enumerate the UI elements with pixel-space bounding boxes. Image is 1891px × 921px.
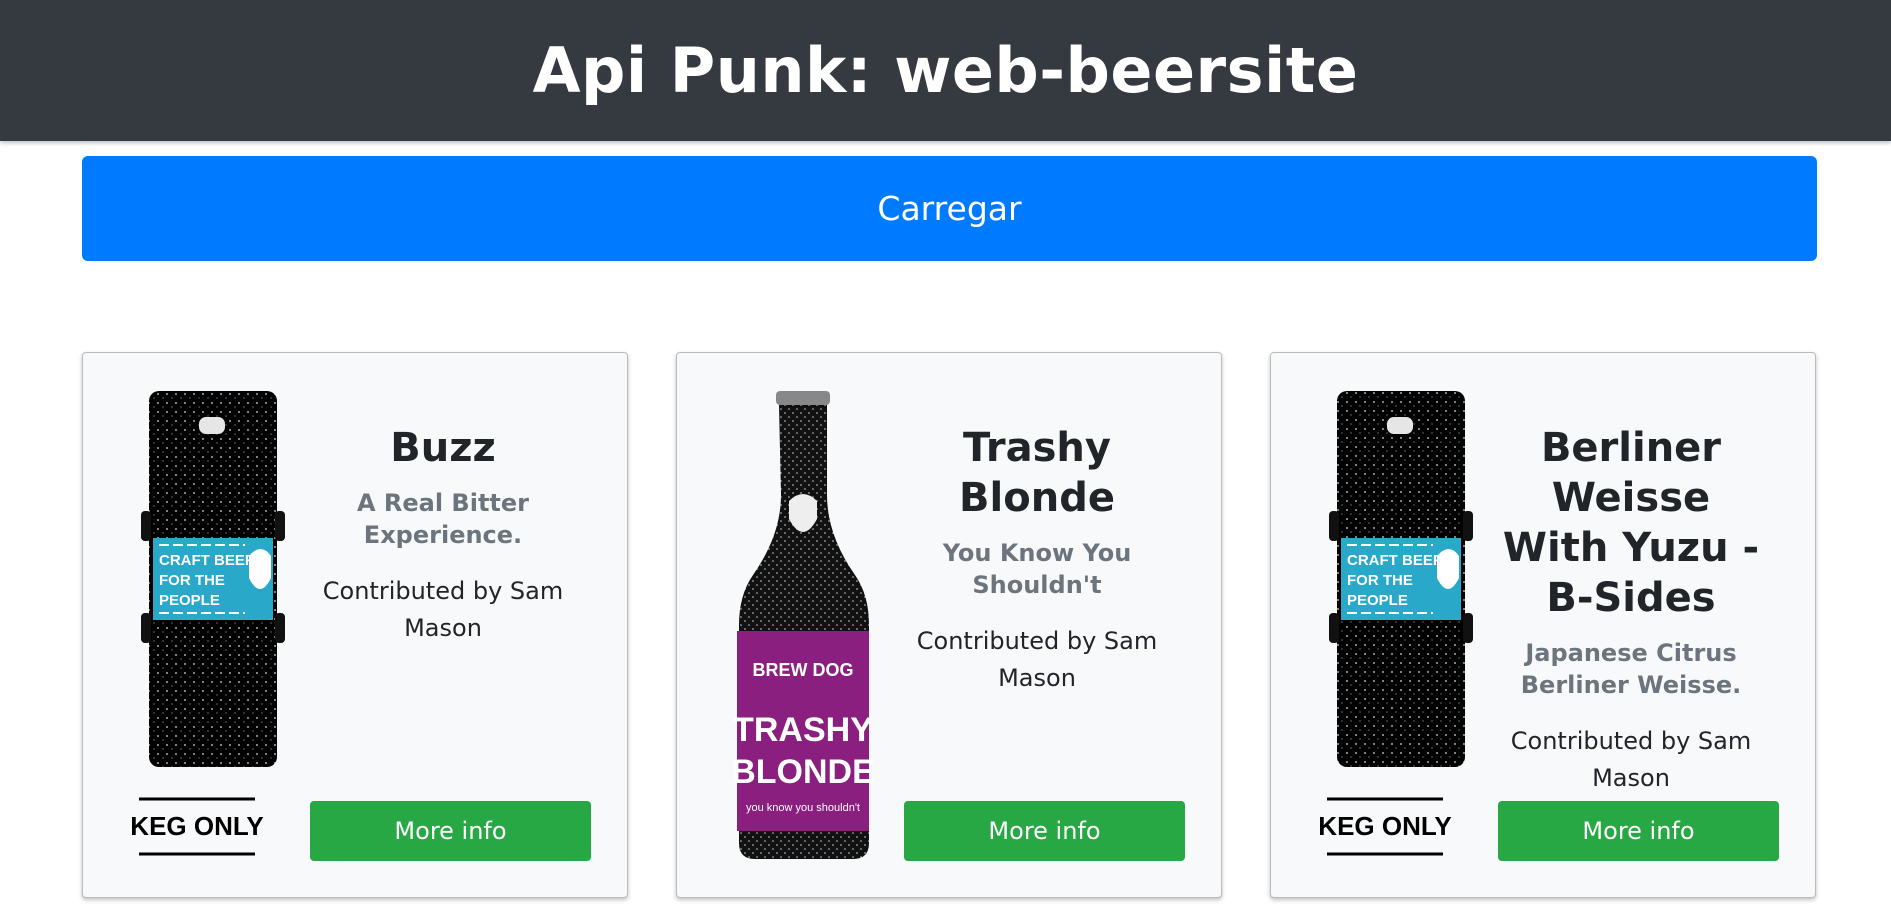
beer-image: CRAFT BEER FOR THE PEOPLE KEG ONLY — [1317, 391, 1479, 861]
navbar: Api Punk: web-beersite — [0, 0, 1891, 141]
bottle-label-line-2: BLONDE — [731, 753, 875, 791]
keg-label-line-1: CRAFT BEER — [1347, 552, 1444, 569]
beer-image: BREW DOG TRASHY BLONDE you know you shou… — [723, 391, 885, 861]
beer-image: CRAFT BEER FOR THE PEOPLE KEG ONLY — [129, 391, 291, 861]
beer-tagline: Japanese Citrus Berliner Weisse. — [1520, 639, 1742, 699]
keg-only-label: KEG ONLY — [1318, 811, 1451, 841]
keg-label-line-3: PEOPLE — [159, 592, 220, 609]
beer-tagline: You Know You Shouldn't — [942, 539, 1132, 599]
bottle-label-brand: BREW DOG — [753, 660, 854, 680]
keg-label-line-3: PEOPLE — [1347, 592, 1408, 609]
page-title: Api Punk: web-beersite — [532, 34, 1359, 107]
more-info-button[interactable]: More info — [310, 801, 591, 861]
bottle-label-line-1: TRASHY — [733, 711, 873, 749]
beer-name: Buzz — [390, 425, 496, 471]
beer-info: Trashy Blonde You Know You Shouldn't Con… — [907, 423, 1167, 697]
beer-contributor: Contributed by Sam Mason — [1510, 727, 1752, 792]
beer-tagline: A Real Bitter Experience. — [356, 489, 530, 549]
beer-contributor: Contributed by Sam Mason — [916, 627, 1158, 692]
keg-label-line-2: FOR THE — [1347, 572, 1413, 589]
more-info-button[interactable]: More info — [1498, 801, 1779, 861]
beer-card: CRAFT BEER FOR THE PEOPLE KEG ONLY Berli… — [1270, 352, 1816, 898]
beer-name: Berliner Weisse With Yuzu - B-Sides — [1502, 425, 1760, 621]
load-button[interactable]: Carregar — [82, 156, 1817, 261]
keg-label-line-1: CRAFT BEER — [159, 552, 256, 569]
more-info-button[interactable]: More info — [904, 801, 1185, 861]
beer-card: BREW DOG TRASHY BLONDE you know you shou… — [676, 352, 1222, 898]
beer-card: CRAFT BEER FOR THE PEOPLE KEG ONLY Buzz … — [82, 352, 628, 898]
beer-contributor: Contributed by Sam Mason — [322, 577, 564, 642]
brewdog-logo-icon — [1437, 549, 1459, 589]
keg-icon: CRAFT BEER FOR THE PEOPLE KEG ONLY — [130, 391, 285, 856]
brewdog-logo-icon — [249, 549, 271, 589]
keg-only-label: KEG ONLY — [130, 811, 263, 841]
bottle-icon: BREW DOG TRASHY BLONDE you know you shou… — [731, 391, 875, 859]
beer-info: Berliner Weisse With Yuzu - B-Sides Japa… — [1501, 423, 1761, 797]
keg-icon: CRAFT BEER FOR THE PEOPLE KEG ONLY — [1318, 391, 1473, 856]
keg-label-line-2: FOR THE — [159, 572, 225, 589]
beer-name: Trashy Blonde — [959, 425, 1115, 521]
bottle-label-tagline: you know you shouldn't — [746, 802, 860, 814]
beer-info: Buzz A Real Bitter Experience. Contribut… — [313, 423, 573, 647]
